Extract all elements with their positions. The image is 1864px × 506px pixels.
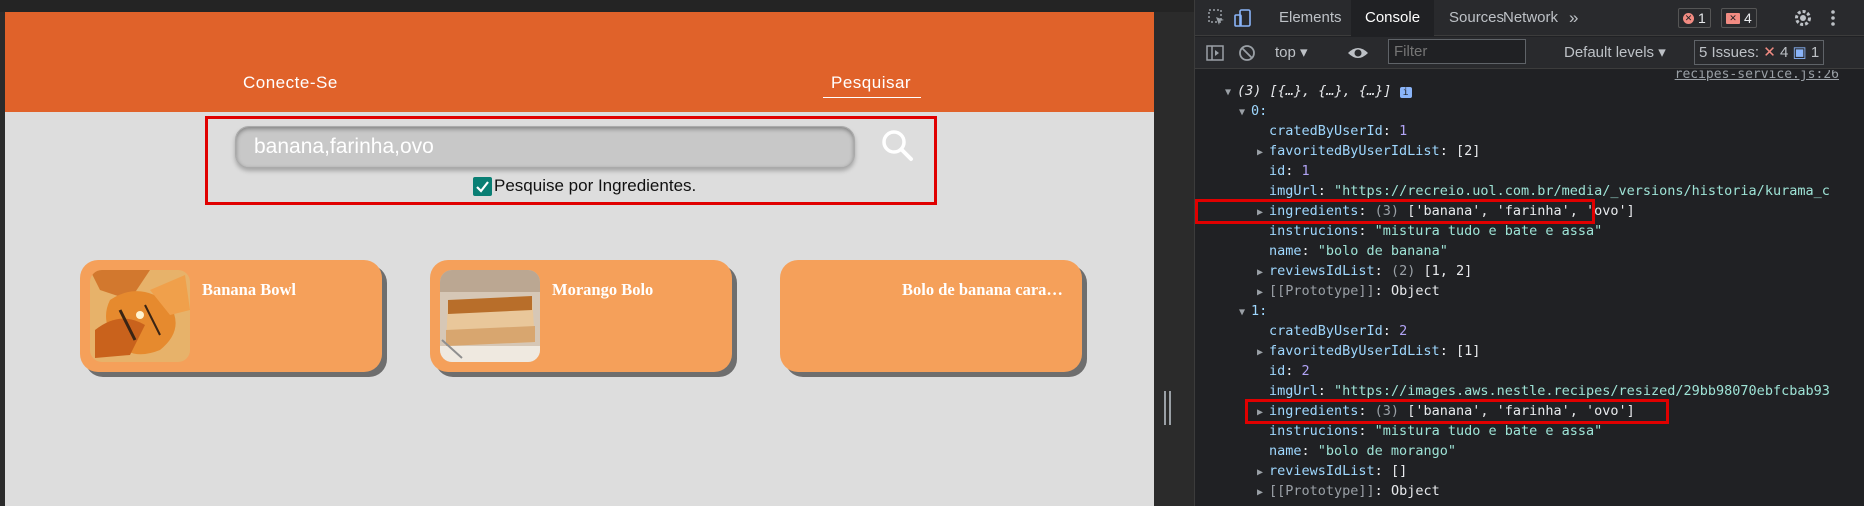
search-icon[interactable] (878, 127, 918, 165)
prop-row: name: "bolo de banana" (1269, 243, 1448, 259)
web-page: Conecte-Se Pesquisar Pesquise por Ingred… (5, 12, 1154, 506)
more-options-icon[interactable] (1823, 8, 1843, 28)
prop-row[interactable]: ▶ reviewsIdList: [] (1257, 462, 1407, 481)
browser-viewport: Conecte-Se Pesquisar Pesquise por Ingred… (0, 0, 1194, 506)
recipe-image (90, 270, 190, 362)
recipe-card[interactable]: Banana Bowl (80, 260, 382, 372)
item-0-header[interactable]: ▼ 0: (1239, 102, 1267, 121)
devtools-panel: Elements Console Sources Network » ✕ 1 ✕ 4… (1194, 0, 1864, 506)
settings-gear-icon[interactable] (1793, 8, 1813, 28)
prop-row: instrucions: "mistura tudo e bate e assa… (1269, 223, 1603, 239)
warning-icon: ✕ (1726, 12, 1740, 24)
clear-console-icon[interactable] (1237, 43, 1257, 63)
context-select[interactable]: top ▾ (1275, 43, 1308, 61)
prop-row[interactable]: ▶ favoritedByUserIdList: [2] (1257, 142, 1480, 161)
issues-info-count: 1 (1810, 44, 1820, 61)
error-count: 1 (1698, 10, 1706, 26)
log-levels-value: Default levels (1564, 44, 1655, 61)
error-count-badge[interactable]: ✕ 1 (1678, 8, 1711, 28)
recipe-title: Banana Bowl (202, 280, 296, 299)
tab-elements[interactable]: Elements (1265, 0, 1356, 36)
checkbox-label: Pesquise por Ingredientes. (494, 176, 697, 195)
recipe-card[interactable]: Bolo de banana caramelada (780, 260, 1082, 372)
prop-row[interactable]: ▶ favoritedByUserIdList: [1] (1257, 342, 1480, 361)
checkmark-icon (476, 180, 489, 193)
prop-row: id: 2 (1269, 363, 1310, 379)
prop-row: id: 1 (1269, 163, 1310, 179)
sidebar-toggle-icon[interactable] (1205, 43, 1225, 63)
issues-info-icon: ▣ (1792, 44, 1807, 61)
prop-row: cratedByUserId: 1 (1269, 123, 1408, 139)
recipe-image (440, 270, 540, 362)
prop-row[interactable]: ▶ [[Prototype]]: Object (1257, 482, 1440, 501)
warning-count-badge[interactable]: ✕ 4 (1721, 8, 1757, 28)
issues-label: 5 Issues: (1699, 44, 1760, 61)
issues-button[interactable]: 5 Issues: ✕ 4 ▣ 1 (1694, 40, 1825, 65)
info-icon: i (1399, 87, 1412, 98)
filter-input[interactable] (1388, 39, 1526, 64)
prop-row: cratedByUserId: 2 (1269, 323, 1408, 339)
log-array-header[interactable]: ▼ (3) [{…}, {…}, {…}] i (1225, 82, 1412, 101)
prop-row: instrucions: "mistura tudo e bate e assa… (1269, 423, 1603, 439)
console-toolbar: top ▾ Default levels ▾ 5 Issues: ✕ 4 ▣ 1 (1195, 37, 1864, 69)
prop-row[interactable]: ▶ reviewsIdList: (2) [1, 2] (1257, 262, 1472, 281)
log-levels-select[interactable]: Default levels ▾ (1564, 43, 1666, 61)
site-header: Conecte-Se Pesquisar (5, 12, 1154, 112)
ingredient-search-toggle[interactable]: Pesquise por Ingredientes. (473, 176, 696, 196)
recipe-card[interactable]: Morango Bolo (430, 260, 732, 372)
search-section-highlight: Pesquise por Ingredientes. (205, 116, 937, 205)
devtools-toolbar: Elements Console Sources Network » ✕ 1 ✕ 4 (1195, 0, 1864, 36)
prop-row[interactable]: ▶ [[Prototype]]: Object (1257, 282, 1440, 301)
console-output: recipes-service.js:26 ▼ (3) [{…}, {…}, {…… (1195, 70, 1864, 506)
warning-count: 4 (1744, 10, 1752, 26)
top-strip (0, 0, 1194, 12)
inspect-element-icon[interactable] (1207, 8, 1227, 28)
search-input[interactable] (235, 126, 855, 168)
panel-resize-handle[interactable] (1164, 391, 1172, 425)
issues-error-icon: ✕ (1763, 44, 1776, 61)
issues-error-count: 4 (1779, 44, 1789, 61)
context-value: top (1275, 44, 1296, 61)
source-link[interactable]: recipes-service.js:26 (1675, 70, 1839, 82)
recipe-title: Morango Bolo (552, 280, 654, 299)
highlight-box (1245, 399, 1669, 424)
nav-search-link[interactable]: Pesquisar (823, 73, 922, 98)
recipe-title: Bolo de banana caramelada (902, 280, 1076, 299)
error-icon: ✕ (1683, 12, 1694, 24)
device-toolbar-icon[interactable] (1233, 8, 1253, 28)
prop-row: name: "bolo de morango" (1269, 443, 1456, 459)
item-1-header[interactable]: ▼ 1: (1239, 302, 1267, 321)
more-tabs-icon[interactable]: » (1555, 0, 1592, 36)
highlight-box (1195, 199, 1595, 224)
tab-console[interactable]: Console (1351, 0, 1435, 36)
collapse-triangle-icon: ▼ (1225, 87, 1232, 98)
nav-login-link[interactable]: Conecte-Se (243, 73, 338, 93)
checkbox[interactable] (473, 176, 492, 196)
live-expression-eye-icon[interactable] (1347, 43, 1368, 63)
